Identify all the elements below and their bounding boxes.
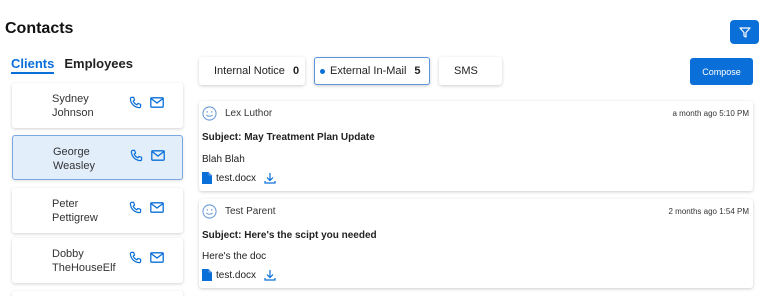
page-title: Contacts (5, 20, 74, 37)
contact-name: George Weasley (53, 146, 95, 172)
tab-count: 5 (414, 65, 421, 77)
message-timestamp: 2 months ago 1:54 PM (668, 207, 750, 216)
smiley-avatar-icon (202, 106, 217, 121)
message-card[interactable]: Test Parent 2 months ago 1:54 PM Subject… (199, 199, 753, 288)
mail-icon[interactable] (151, 150, 165, 161)
download-icon[interactable] (264, 172, 276, 184)
tab-employees[interactable]: Employees (64, 56, 133, 74)
message-body: Here's the doc (202, 251, 267, 262)
mail-icon[interactable] (150, 202, 164, 213)
mail-icon[interactable] (150, 252, 164, 263)
tab-external-in-mail[interactable]: External In-Mail 5 (314, 57, 430, 85)
tab-label: Internal Notice (214, 65, 285, 77)
message-card[interactable]: Lex Luthor a month ago 5:10 PM Subject: … (199, 101, 753, 191)
tab-label: SMS (454, 65, 478, 77)
tab-internal-notice[interactable]: Internal Notice 0 (199, 57, 305, 85)
document-icon (202, 172, 212, 184)
message-subject: Subject: Here's the scipt you needed (202, 230, 377, 241)
attachment-link[interactable]: test.docx (202, 269, 276, 281)
phone-icon[interactable] (129, 251, 142, 264)
contact-card-peter-pettigrew[interactable]: Peter Pettigrew (12, 188, 183, 233)
filter-icon (738, 26, 751, 38)
download-icon[interactable] (264, 269, 276, 281)
contact-name: Sydney Johnson (52, 93, 94, 119)
message-body: Blah Blah (202, 154, 245, 165)
active-dot-icon (320, 68, 325, 74)
attachment-filename: test.docx (216, 269, 257, 281)
contact-name: Dobby TheHouseElf (52, 248, 116, 274)
document-icon (202, 269, 212, 281)
phone-icon[interactable] (129, 201, 142, 214)
contact-card-partial[interactable] (12, 291, 183, 296)
contact-name: Peter Pettigrew (52, 198, 98, 224)
contact-card-dobby-thehouseelf[interactable]: Dobby TheHouseElf (12, 238, 183, 283)
message-sender: Lex Luthor (225, 108, 273, 119)
tab-count: 0 (292, 65, 300, 77)
message-subject: Subject: May Treatment Plan Update (202, 132, 375, 143)
smiley-avatar-icon (202, 204, 217, 219)
contact-type-tabs: Clients Employees (11, 56, 133, 74)
tab-clients[interactable]: Clients (11, 56, 55, 74)
message-timestamp: a month ago 5:10 PM (672, 109, 750, 118)
compose-button[interactable]: Compose (690, 58, 753, 85)
contact-card-sydney-johnson[interactable]: Sydney Johnson (12, 83, 183, 128)
phone-icon[interactable] (129, 96, 142, 109)
attachment-filename: test.docx (216, 172, 257, 184)
message-type-tabs: Internal Notice 0 External In-Mail 5 SMS (199, 57, 502, 85)
tab-label: External In-Mail (330, 65, 407, 77)
attachment-link[interactable]: test.docx (202, 172, 276, 184)
filter-button[interactable] (730, 20, 759, 44)
mail-icon[interactable] (150, 97, 164, 108)
tab-sms[interactable]: SMS (439, 57, 502, 85)
message-sender: Test Parent (225, 206, 276, 217)
contact-card-george-weasley[interactable]: George Weasley (12, 135, 183, 180)
phone-icon[interactable] (130, 149, 143, 162)
